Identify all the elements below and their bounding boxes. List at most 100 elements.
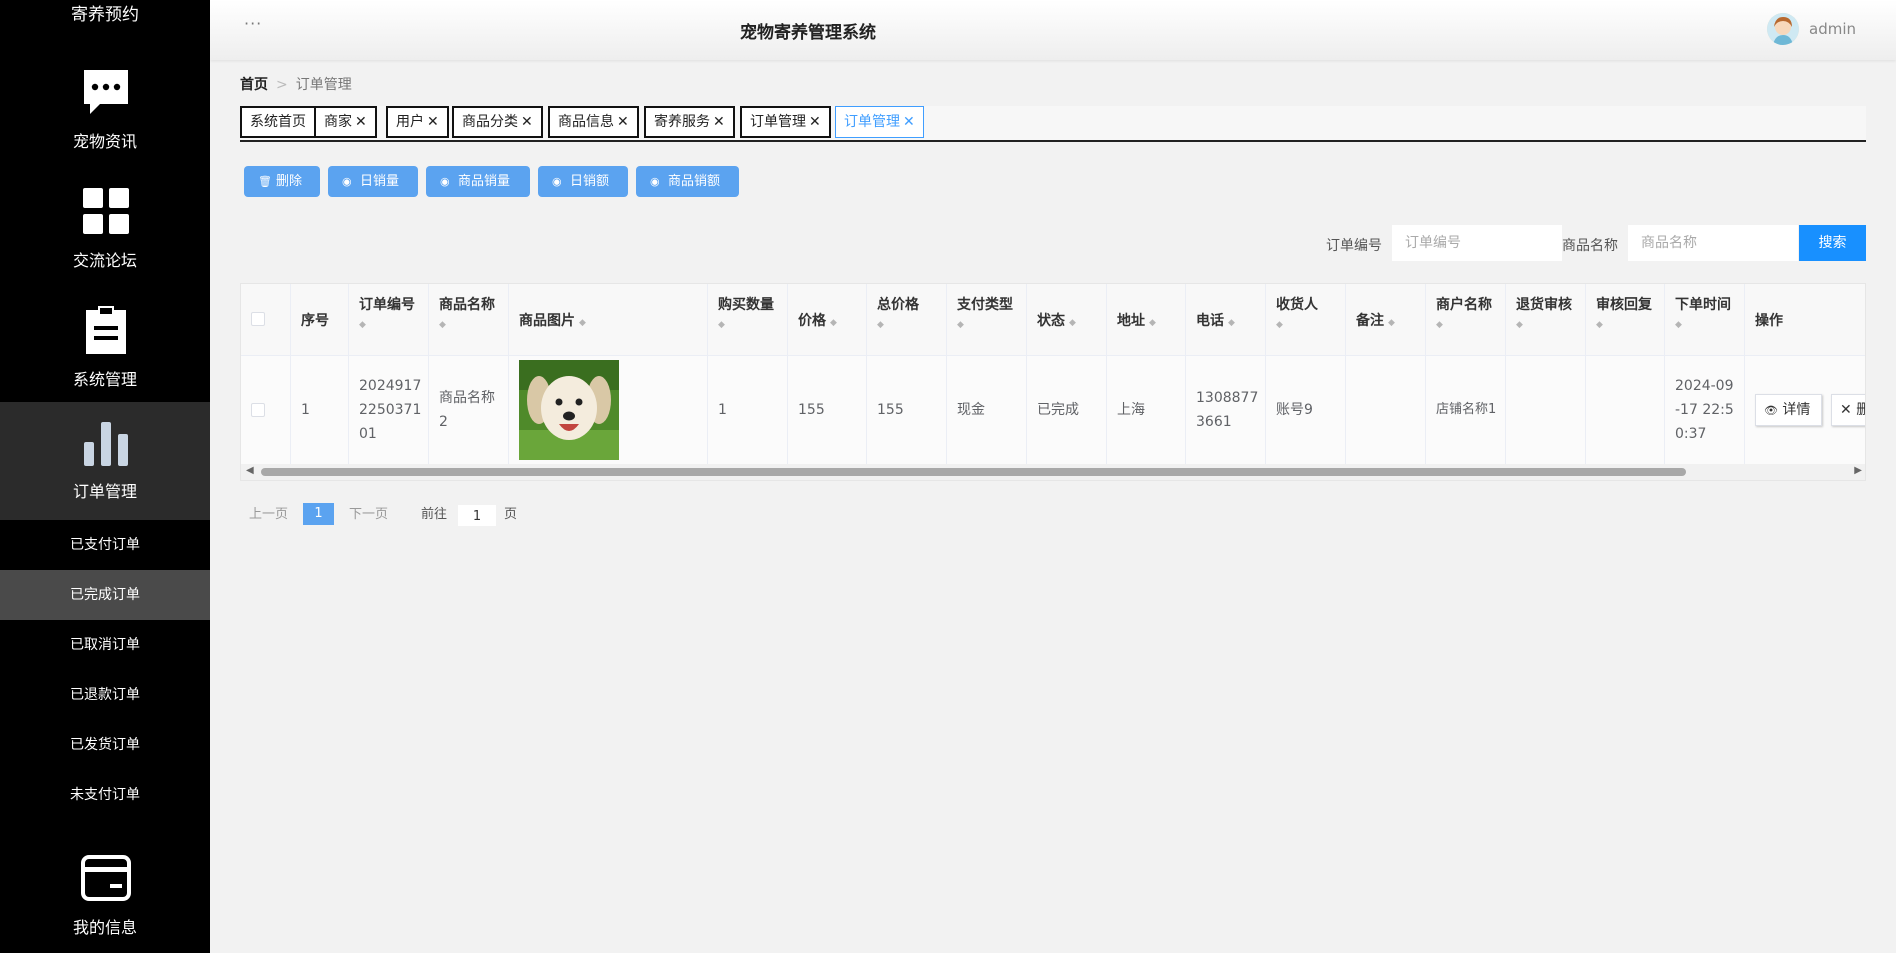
sort-icon[interactable]: ◆	[1675, 320, 1682, 330]
col-order-no[interactable]: 订单编号 ◆	[349, 284, 429, 356]
daily-revenue-button[interactable]: ◉ 日销额	[538, 166, 628, 197]
cell-actions: 👁 详情 ✕ 删除	[1745, 356, 1865, 464]
sidebar-item-completed-orders[interactable]: 已完成订单	[0, 570, 210, 620]
sidebar-item-paid-orders[interactable]: 已支付订单	[0, 520, 210, 570]
horizontal-scrollbar[interactable]: ◀ ▶	[241, 464, 1865, 480]
col-status[interactable]: 状态 ◆	[1027, 284, 1107, 356]
cell-remark	[1346, 356, 1426, 464]
sort-icon[interactable]: ◆	[830, 318, 837, 328]
tab-merchant[interactable]: 商家 ✕	[314, 106, 377, 138]
table-header: 序号 订单编号 ◆ 商品名称 ◆ 商品图片 ◆ 购买数量 ◆ 价格 ◆ 总价格 ◆ 支付类型…	[241, 284, 1865, 356]
cell-address: 上海	[1107, 356, 1186, 464]
col-pay-type[interactable]: 支付类型 ◆	[947, 284, 1027, 356]
cell-select	[241, 356, 291, 464]
sort-icon[interactable]: ◆	[957, 320, 964, 330]
tab-user[interactable]: 用户 ✕	[386, 106, 449, 138]
breadcrumb-home[interactable]: 首页	[240, 77, 268, 93]
prev-page-button[interactable]: 上一页	[249, 503, 288, 522]
detail-button[interactable]: 👁 详情	[1755, 394, 1822, 426]
sort-icon[interactable]: ◆	[877, 320, 884, 330]
tab-product-info[interactable]: 商品信息 ✕	[548, 106, 639, 138]
sort-icon[interactable]: ◆	[579, 318, 586, 328]
sidebar-item-refunded-orders[interactable]: 已退款订单	[0, 670, 210, 720]
sort-icon[interactable]: ◆	[1516, 320, 1523, 330]
sort-icon[interactable]: ◆	[1596, 320, 1603, 330]
col-merchant[interactable]: 商户名称 ◆	[1426, 284, 1506, 356]
close-icon[interactable]: ✕	[617, 114, 629, 130]
search-button[interactable]: 搜索	[1799, 225, 1866, 261]
cell-quantity: 1	[708, 356, 788, 464]
next-page-button[interactable]: 下一页	[349, 503, 388, 522]
sidebar-item-boarding-booking[interactable]: 寄养预约	[0, 0, 210, 30]
sidebar-menu-my-info[interactable]: 我的信息	[0, 838, 210, 953]
menu-toggle-icon[interactable]: ···	[244, 14, 262, 33]
product-revenue-button[interactable]: ◉ 商品销额	[636, 166, 739, 197]
tab-order-management[interactable]: 订单管理 ✕	[740, 106, 831, 138]
tab-boarding-service[interactable]: 寄养服务 ✕	[644, 106, 735, 138]
close-icon[interactable]: ✕	[427, 114, 439, 130]
col-order-time[interactable]: 下单时间 ◆	[1665, 284, 1745, 356]
sort-icon[interactable]: ◆	[439, 320, 446, 330]
col-total[interactable]: 总价格 ◆	[867, 284, 947, 356]
tab-order-management-active[interactable]: 订单管理 ✕	[835, 106, 924, 138]
goto-suffix: 页	[504, 507, 518, 522]
sort-icon[interactable]: ◆	[1149, 318, 1156, 328]
sidebar-menu-orders[interactable]: 订单管理	[0, 402, 210, 520]
goto-page-input[interactable]: 1	[458, 505, 496, 526]
row-checkbox[interactable]	[251, 403, 265, 417]
cell-status: 已完成	[1027, 356, 1107, 464]
daily-sales-button[interactable]: ◉ 日销量	[328, 166, 418, 197]
scroll-right-arrow-icon[interactable]: ▶	[1854, 465, 1862, 476]
close-icon[interactable]: ✕	[903, 114, 915, 130]
sidebar-menu-pet-news[interactable]: 宠物资讯	[0, 52, 210, 170]
col-index[interactable]: 序号	[291, 284, 349, 356]
button-label: 商品销额	[668, 174, 721, 189]
delete-button[interactable]: 🗑 删除	[244, 166, 320, 197]
product-sales-button[interactable]: ◉ 商品销量	[426, 166, 530, 197]
col-address[interactable]: 地址 ◆	[1107, 284, 1186, 356]
sort-icon[interactable]: ◆	[1228, 318, 1235, 328]
avatar[interactable]	[1767, 13, 1799, 45]
close-icon[interactable]: ✕	[521, 114, 533, 130]
col-product-name[interactable]: 商品名称 ◆	[429, 284, 509, 356]
breadcrumb-separator: >	[276, 77, 288, 93]
sort-icon[interactable]: ◆	[1069, 318, 1076, 328]
tab-label: 商家	[324, 114, 352, 130]
sidebar-item-cancelled-orders[interactable]: 已取消订单	[0, 620, 210, 670]
tab-home[interactable]: 系统首页	[240, 106, 316, 138]
sidebar-menu-label: 我的信息	[72, 918, 137, 937]
col-receiver[interactable]: 收货人 ◆	[1266, 284, 1346, 356]
scrollbar-thumb[interactable]	[261, 468, 1686, 476]
sort-icon[interactable]: ◆	[359, 320, 366, 330]
close-icon[interactable]: ✕	[713, 114, 725, 130]
sort-icon[interactable]: ◆	[1436, 320, 1443, 330]
col-price[interactable]: 价格 ◆	[788, 284, 867, 356]
username[interactable]: admin	[1809, 20, 1856, 38]
sidebar-menu-forum[interactable]: 交流论坛	[0, 171, 210, 289]
row-delete-button[interactable]: ✕ 删除	[1831, 394, 1865, 426]
close-icon[interactable]: ✕	[809, 114, 821, 130]
select-all-checkbox[interactable]	[251, 312, 265, 326]
sidebar-item-shipped-orders[interactable]: 已发货订单	[0, 720, 210, 770]
col-remark[interactable]: 备注 ◆	[1346, 284, 1426, 356]
sidebar-menu-system[interactable]: 系统管理	[0, 290, 210, 408]
product-name-input[interactable]: 商品名称	[1628, 225, 1798, 261]
tab-product-category[interactable]: 商品分类 ✕	[452, 106, 543, 138]
cell-pay-type: 现金	[947, 356, 1027, 464]
page-number-current[interactable]: 1	[303, 503, 334, 525]
order-no-input[interactable]: 订单编号	[1392, 225, 1562, 261]
puppy-image[interactable]	[519, 360, 619, 460]
sidebar-item-unpaid-orders[interactable]: 未支付订单	[0, 770, 210, 820]
col-phone[interactable]: 电话 ◆	[1186, 284, 1266, 356]
col-product-image[interactable]: 商品图片 ◆	[509, 284, 708, 356]
col-return-review[interactable]: 退货审核 ◆	[1506, 284, 1586, 356]
close-icon: ✕	[1840, 402, 1852, 418]
scroll-left-arrow-icon[interactable]: ◀	[246, 465, 254, 476]
col-review-reply[interactable]: 审核回复 ◆	[1586, 284, 1665, 356]
button-label: 删除	[1856, 402, 1865, 418]
sort-icon[interactable]: ◆	[1388, 318, 1395, 328]
sort-icon[interactable]: ◆	[1276, 320, 1283, 330]
sort-icon[interactable]: ◆	[718, 320, 725, 330]
close-icon[interactable]: ✕	[355, 114, 367, 130]
col-quantity[interactable]: 购买数量 ◆	[708, 284, 788, 356]
